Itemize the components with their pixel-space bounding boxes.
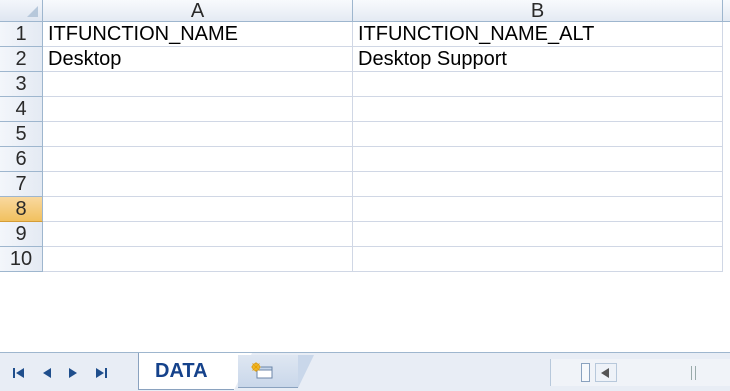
insert-sheet-icon [251, 362, 273, 379]
row-header-4[interactable]: 4 [0, 97, 43, 122]
cell-a4[interactable] [43, 97, 353, 122]
horizontal-scrollbar[interactable] [550, 359, 730, 386]
column-header-b[interactable]: B [353, 0, 723, 22]
cell-a10[interactable] [43, 247, 353, 272]
cell-b8[interactable] [353, 197, 723, 222]
first-sheet-icon [13, 368, 24, 378]
column-header-a[interactable]: A [43, 0, 353, 22]
cell-b4[interactable] [353, 97, 723, 122]
scroll-left-button[interactable] [595, 363, 617, 382]
cell-b9[interactable] [353, 222, 723, 247]
row-header-10[interactable]: 10 [0, 247, 43, 272]
next-sheet-icon [69, 368, 77, 378]
cell-b5[interactable] [353, 122, 723, 147]
last-sheet-icon [96, 368, 107, 378]
cell-b1[interactable]: ITFUNCTION_NAME_ALT [353, 22, 723, 47]
sheet-tab-bar: DATA [0, 352, 730, 391]
cell-a1[interactable]: ITFUNCTION_NAME [43, 22, 353, 47]
sheet-tab-data[interactable]: DATA [138, 353, 252, 390]
cell-b3[interactable] [353, 72, 723, 97]
row-header-9[interactable]: 9 [0, 222, 43, 247]
row-header-6[interactable]: 6 [0, 147, 43, 172]
row-header-3[interactable]: 3 [0, 72, 43, 97]
spreadsheet-grid: A B 1 2 3 4 5 6 7 8 9 10 ITFUNCTION_NAME… [0, 0, 730, 352]
row-header-1[interactable]: 1 [0, 22, 43, 47]
cell-b6[interactable] [353, 147, 723, 172]
cell-a5[interactable] [43, 122, 353, 147]
row-header-5[interactable]: 5 [0, 122, 43, 147]
next-sheet-button[interactable] [62, 363, 84, 383]
select-all-button[interactable] [0, 0, 43, 22]
previous-sheet-icon [43, 368, 51, 378]
first-sheet-button[interactable] [8, 363, 30, 383]
select-all-icon [27, 6, 38, 17]
cell-b7[interactable] [353, 172, 723, 197]
previous-sheet-button[interactable] [36, 363, 58, 383]
cell-b10[interactable] [353, 247, 723, 272]
row-header-8[interactable]: 8 [0, 197, 43, 222]
insert-worksheet-tab[interactable] [238, 355, 314, 388]
scroll-thumb-grip[interactable] [691, 366, 696, 380]
last-sheet-button[interactable] [90, 363, 112, 383]
column-header-c[interactable] [723, 0, 730, 22]
cell-a9[interactable] [43, 222, 353, 247]
cell-a7[interactable] [43, 172, 353, 197]
cell-a3[interactable] [43, 72, 353, 97]
row-header-2[interactable]: 2 [0, 47, 43, 72]
cell-a6[interactable] [43, 147, 353, 172]
cell-b2[interactable]: Desktop Support [353, 47, 723, 72]
cell-a8[interactable] [43, 197, 353, 222]
row-header-7[interactable]: 7 [0, 172, 43, 197]
tab-split-handle[interactable] [581, 363, 590, 382]
cell-a2[interactable]: Desktop [43, 47, 353, 72]
